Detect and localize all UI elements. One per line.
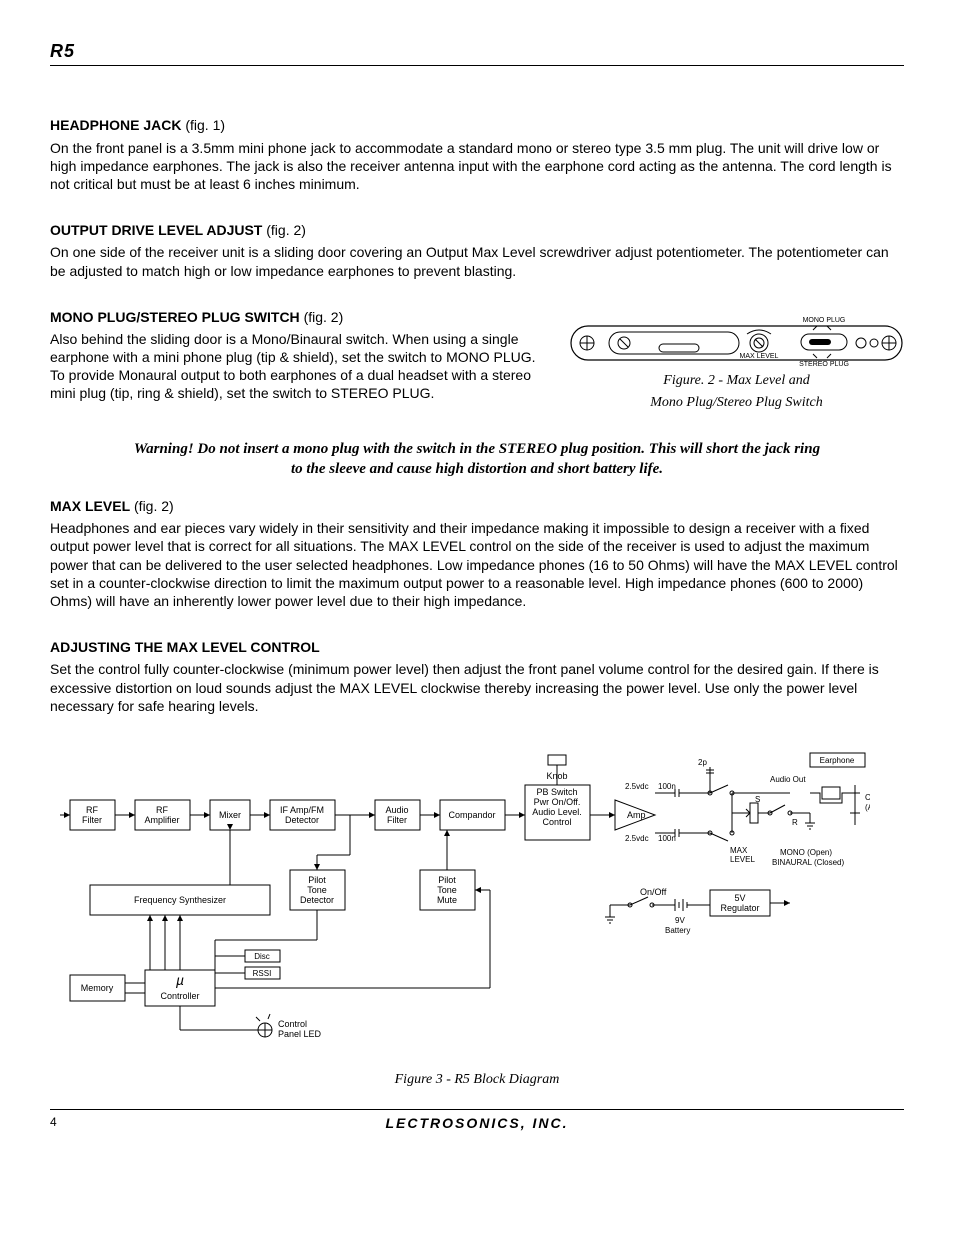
svg-text:RF: RF <box>156 805 168 815</box>
heading: OUTPUT DRIVE LEVEL ADJUST <box>50 222 262 238</box>
fig2-caption-line2: Mono Plug/Stereo Plug Switch <box>569 394 904 412</box>
svg-text:Battery: Battery <box>665 926 690 935</box>
body-text: Headphones and ear pieces vary widely in… <box>50 519 904 610</box>
svg-text:2.5vdc: 2.5vdc <box>625 782 649 791</box>
svg-text:Controller: Controller <box>160 991 199 1001</box>
svg-text:Amp: Amp <box>627 810 646 820</box>
svg-text:(Ant.): (Ant.) <box>865 803 870 812</box>
svg-text:BINAURAL (Closed): BINAURAL (Closed) <box>772 858 845 867</box>
model-logo: R5 <box>50 41 75 61</box>
svg-text:Control: Control <box>278 1019 307 1029</box>
svg-text:RSSI: RSSI <box>253 969 272 978</box>
svg-text:MONO (Open): MONO (Open) <box>780 848 832 857</box>
fig2-caption-line1: Figure. 2 - Max Level and <box>569 372 904 390</box>
svg-text:Panel LED: Panel LED <box>278 1029 322 1039</box>
fig-ref: (fig. 2) <box>134 498 174 514</box>
svg-text:Regulator: Regulator <box>720 903 759 913</box>
svg-text:MONO PLUG: MONO PLUG <box>803 317 846 324</box>
svg-text:STEREO PLUG: STEREO PLUG <box>799 361 849 368</box>
body-text: On one side of the receiver unit is a sl… <box>50 243 904 279</box>
svg-text:Amplifier: Amplifier <box>144 815 179 825</box>
fig3-svg: RFFilter RFAmplifier Mixer IF Amp/FMDete… <box>50 745 870 1065</box>
svg-text:5V: 5V <box>734 893 745 903</box>
company-name: LECTROSONICS, INC. <box>385 1114 568 1132</box>
svg-text:9V: 9V <box>675 916 685 925</box>
svg-text:Memory: Memory <box>81 983 114 993</box>
svg-text:Pilot: Pilot <box>438 875 456 885</box>
page-header: R5 <box>50 40 904 66</box>
section-max-level: MAX LEVEL (fig. 2) Headphones and ear pi… <box>50 497 904 610</box>
body-text: Also behind the sliding door is a Mono/B… <box>50 330 549 403</box>
body-text: On the front panel is a 3.5mm mini phone… <box>50 139 904 194</box>
fig-ref: (fig. 1) <box>185 117 225 133</box>
svg-text:Control: Control <box>542 817 571 827</box>
figure-3: RFFilter RFAmplifier Mixer IF Amp/FMDete… <box>50 745 904 1089</box>
fig3-caption: Figure 3 - R5 Block Diagram <box>50 1071 904 1089</box>
svg-text:Audio: Audio <box>385 805 408 815</box>
svg-text:Disc: Disc <box>254 952 270 961</box>
svg-text:RF: RF <box>86 805 98 815</box>
svg-text:Pilot: Pilot <box>308 875 326 885</box>
heading: MONO PLUG/STEREO PLUG SWITCH <box>50 309 300 325</box>
svg-text:Audio Level.: Audio Level. <box>532 807 582 817</box>
figure-2: MAX LEVEL MONO PLUG STEREO PLUG Figure. … <box>569 308 904 412</box>
svg-text:2.5vdc: 2.5vdc <box>625 834 649 843</box>
heading: ADJUSTING THE MAX LEVEL CONTROL <box>50 639 320 655</box>
section-output-drive: OUTPUT DRIVE LEVEL ADJUST (fig. 2) On on… <box>50 221 904 280</box>
page-footer: 4 LECTROSONICS, INC. <box>50 1109 904 1132</box>
svg-text:Earphone: Earphone <box>820 756 855 765</box>
svg-text:R: R <box>792 818 798 827</box>
body-text: Set the control fully counter-clockwise … <box>50 660 904 715</box>
heading: MAX LEVEL <box>50 498 130 514</box>
svg-text:100n: 100n <box>658 834 676 843</box>
svg-text:2p: 2p <box>698 758 707 767</box>
svg-text:S: S <box>755 795 760 804</box>
svg-text:Detector: Detector <box>300 895 334 905</box>
svg-text:Mixer: Mixer <box>219 810 241 820</box>
section-adjusting: ADJUSTING THE MAX LEVEL CONTROL Set the … <box>50 638 904 715</box>
fig-ref: (fig. 2) <box>266 222 306 238</box>
page-number: 4 <box>50 1115 57 1131</box>
fig2-svg: MAX LEVEL MONO PLUG STEREO PLUG <box>569 308 904 368</box>
svg-text:IF Amp/FM: IF Amp/FM <box>280 805 324 815</box>
section-headphone-jack: HEADPHONE JACK (fig. 1) On the front pan… <box>50 116 904 193</box>
svg-text:Frequency Synthesizer: Frequency Synthesizer <box>134 895 226 905</box>
svg-text:Audio Out: Audio Out <box>770 775 806 784</box>
svg-text:Cord: Cord <box>865 793 870 802</box>
svg-text:Filter: Filter <box>387 815 407 825</box>
svg-text:Filter: Filter <box>82 815 102 825</box>
svg-text:Pwr On/Off.: Pwr On/Off. <box>534 797 581 807</box>
svg-text:µ: µ <box>176 972 184 988</box>
section-mono-stereo: MONO PLUG/STEREO PLUG SWITCH (fig. 2) Al… <box>50 308 904 412</box>
svg-text:MAX: MAX <box>730 846 748 855</box>
svg-text:100n: 100n <box>658 782 676 791</box>
warning-text: Warning! Do not insert a mono plug with … <box>130 440 824 479</box>
svg-text:Tone: Tone <box>307 885 327 895</box>
svg-text:Compandor: Compandor <box>448 810 495 820</box>
svg-text:Tone: Tone <box>437 885 457 895</box>
svg-text:On/Off: On/Off <box>640 887 667 897</box>
svg-text:Detector: Detector <box>285 815 319 825</box>
svg-text:PB Switch: PB Switch <box>536 787 577 797</box>
fig-ref: (fig. 2) <box>304 309 344 325</box>
heading: HEADPHONE JACK <box>50 117 181 133</box>
svg-text:Mute: Mute <box>437 895 457 905</box>
svg-text:LEVEL: LEVEL <box>730 855 755 864</box>
svg-text:MAX LEVEL: MAX LEVEL <box>740 353 779 360</box>
